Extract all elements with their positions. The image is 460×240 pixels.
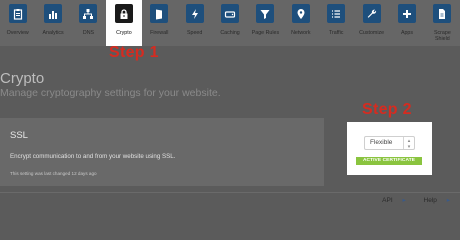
hard-drive-icon bbox=[221, 4, 240, 23]
page-title: Crypto bbox=[0, 70, 45, 87]
api-link[interactable]: API ▸ bbox=[374, 197, 406, 204]
clipboard-icon bbox=[8, 4, 27, 23]
step-1-annotation: Step 1 bbox=[109, 44, 159, 61]
nav-item-customize[interactable]: Customize bbox=[354, 0, 389, 46]
location-pin-icon bbox=[291, 4, 310, 23]
top-navigation: Overview Analytics DNS Crypto Firewall Speed C… bbox=[0, 0, 460, 46]
nav-item-network[interactable]: Network bbox=[283, 0, 318, 46]
list-icon bbox=[327, 4, 346, 23]
ssl-description: Encrypt communication to and from your w… bbox=[10, 153, 176, 160]
wrench-icon bbox=[362, 4, 381, 23]
footer-divider bbox=[0, 192, 460, 193]
nav-item-scrape-shield[interactable]: Scrape Shield bbox=[425, 0, 460, 46]
nav-item-caching[interactable]: Caching bbox=[212, 0, 247, 46]
nav-item-analytics[interactable]: Analytics bbox=[35, 0, 70, 46]
nav-item-overview[interactable]: Overview bbox=[0, 0, 35, 46]
nav-item-page-rules[interactable]: Page Rules bbox=[248, 0, 283, 46]
nav-item-label: Scrape Shield bbox=[433, 30, 451, 42]
bar-chart-icon bbox=[44, 4, 63, 23]
nav-item-apps[interactable]: Apps bbox=[389, 0, 424, 46]
plus-icon bbox=[397, 4, 416, 23]
document-icon bbox=[433, 4, 452, 23]
ssl-mode-value: Flexible bbox=[370, 139, 393, 146]
api-link-label: API bbox=[382, 197, 393, 204]
ssl-last-changed: This setting was last changed 12 days ag… bbox=[10, 171, 97, 176]
nav-item-dns[interactable]: DNS bbox=[71, 0, 106, 46]
help-link-label: Help bbox=[423, 197, 437, 204]
firewall-icon bbox=[150, 4, 169, 23]
nav-item-crypto[interactable]: Crypto bbox=[106, 0, 142, 46]
page-subtitle: Manage cryptography settings for your we… bbox=[0, 87, 221, 99]
ssl-title: SSL bbox=[10, 130, 28, 141]
help-link[interactable]: Help ▸ bbox=[416, 197, 450, 204]
lightning-icon bbox=[185, 4, 204, 23]
chevron-right-icon: ▸ bbox=[402, 197, 406, 204]
nav-item-speed[interactable]: Speed bbox=[177, 0, 212, 46]
active-certificate-badge: ACTIVE CERTIFICATE bbox=[356, 157, 422, 165]
nav-item-firewall[interactable]: Firewall bbox=[142, 0, 177, 46]
ssl-mode-select[interactable]: Flexible ▴ ▾ bbox=[364, 136, 415, 150]
network-tree-icon bbox=[79, 4, 98, 23]
chevron-right-icon: ▸ bbox=[446, 197, 450, 204]
select-arrows-icon: ▴ ▾ bbox=[403, 137, 414, 150]
filter-icon bbox=[256, 4, 275, 23]
step-2-annotation: Step 2 bbox=[362, 101, 412, 118]
lock-icon bbox=[114, 4, 133, 23]
nav-item-traffic[interactable]: Traffic bbox=[319, 0, 354, 46]
footer-links: API ▸ Help ▸ bbox=[366, 196, 450, 204]
